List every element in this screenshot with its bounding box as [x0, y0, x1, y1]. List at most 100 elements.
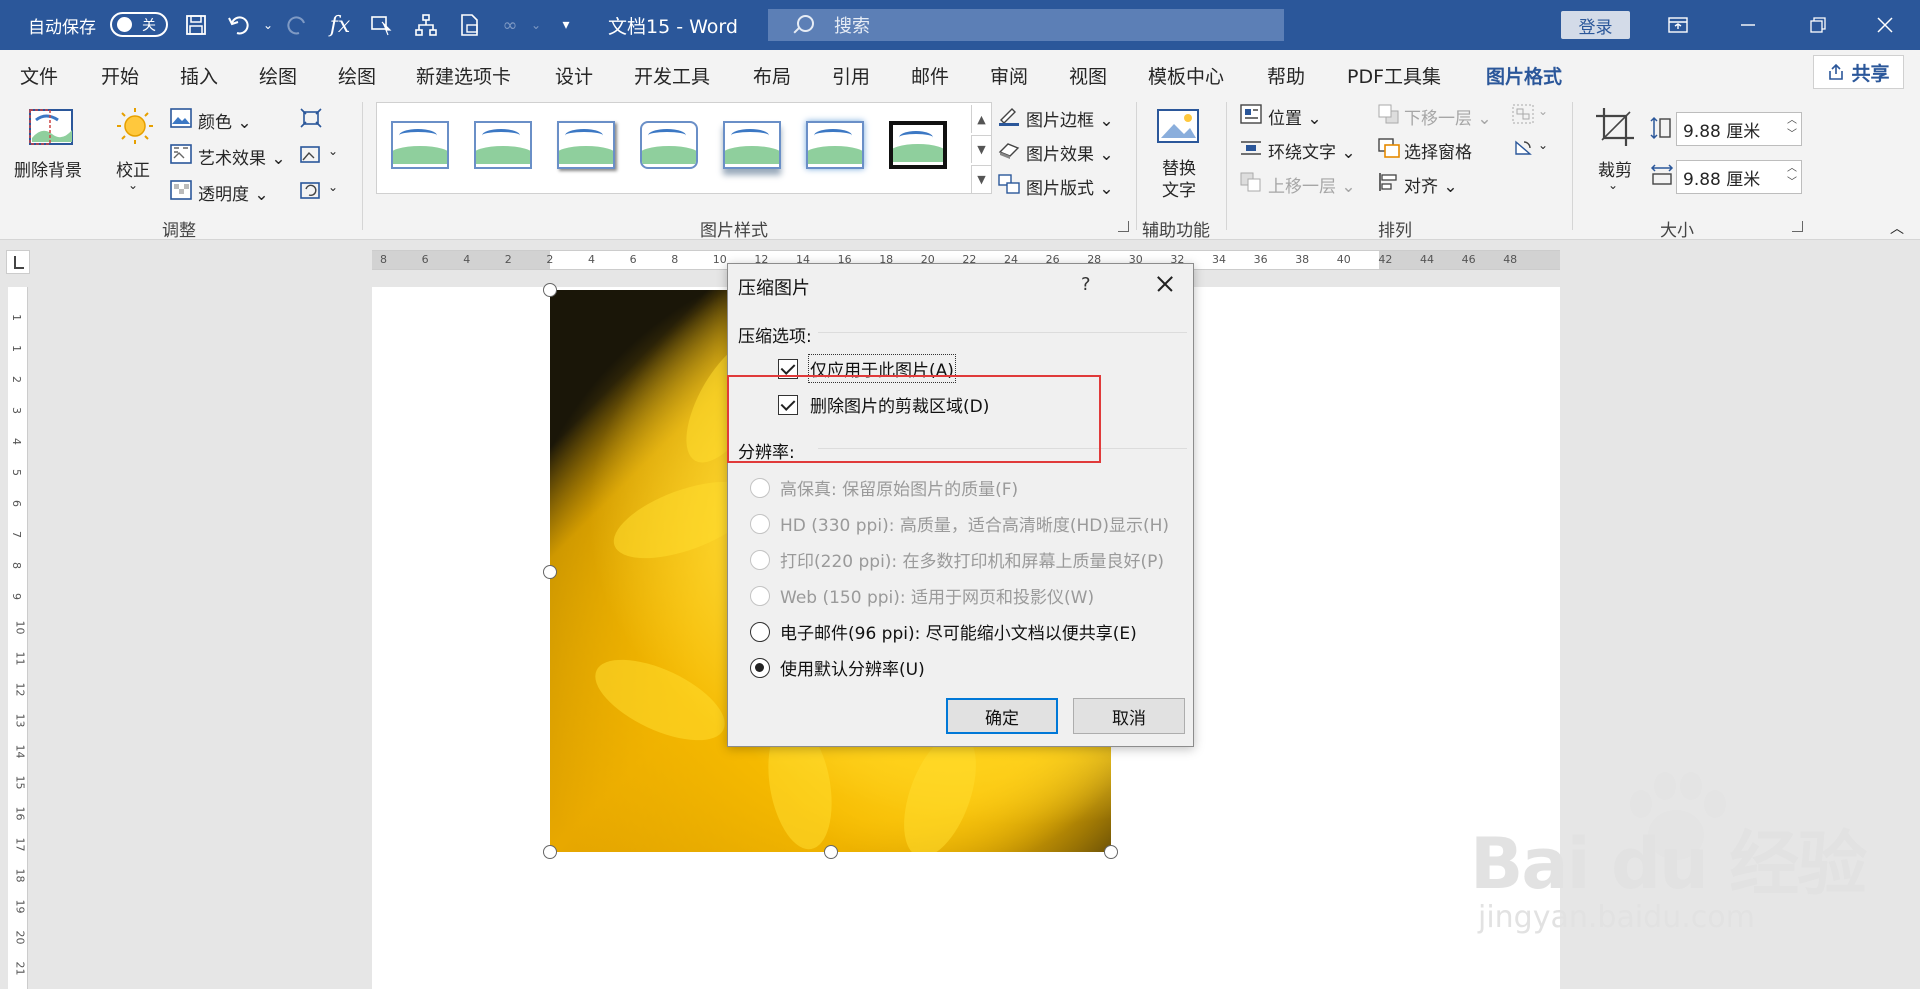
- shape-height-input[interactable]: 9.88 厘米 ︿ ﹀: [1676, 112, 1802, 146]
- resolution-option-hd[interactable]: HD (330 ppi): 高质量，适合高清晰度(HD)显示(H): [750, 511, 1169, 536]
- gallery-more-icon[interactable]: ▼: [971, 165, 991, 193]
- login-button[interactable]: 登录: [1561, 11, 1630, 39]
- remove-background-icon[interactable]: [28, 108, 74, 153]
- radio-button-selected[interactable]: [750, 657, 770, 678]
- tab-template-center[interactable]: 模板中心: [1148, 62, 1224, 89]
- reset-picture-dropdown-icon[interactable]: ⌄: [328, 180, 338, 194]
- gallery-scroll-up-icon[interactable]: ▲: [971, 105, 991, 133]
- picture-style-2[interactable]: [474, 121, 532, 169]
- cancel-button[interactable]: 取消: [1073, 698, 1185, 734]
- correct-sun-icon[interactable]: [112, 106, 158, 151]
- crop-dropdown-icon[interactable]: ⌄: [1608, 178, 1618, 192]
- hierarchy-icon[interactable]: [410, 10, 442, 40]
- tab-developer[interactable]: 开发工具: [634, 62, 710, 89]
- bring-forward-button[interactable]: 上移一层 ⌄: [1268, 172, 1356, 197]
- picture-effects-button[interactable]: 图片效果 ⌄: [1026, 140, 1114, 165]
- resize-handle-left[interactable]: [543, 565, 557, 579]
- tab-pdf-tools[interactable]: PDF工具集: [1347, 62, 1441, 89]
- radio-label[interactable]: 打印(220 ppi): 在多数打印机和屏幕上质量良好(P): [780, 547, 1164, 572]
- picture-style-5[interactable]: [723, 121, 781, 169]
- tab-home[interactable]: 开始: [101, 62, 139, 89]
- tab-file[interactable]: 文件: [20, 62, 58, 89]
- radio-button[interactable]: [750, 513, 770, 534]
- save-icon[interactable]: [180, 10, 212, 40]
- resize-handle-bottom-left[interactable]: [543, 845, 557, 859]
- radio-label[interactable]: 使用默认分辨率(U): [780, 655, 925, 680]
- close-icon[interactable]: [1850, 0, 1920, 50]
- dialog-close-icon[interactable]: [1151, 270, 1181, 300]
- radio-label[interactable]: 电子邮件(96 ppi): 尽可能缩小文档以便共享(E): [780, 619, 1137, 644]
- picture-style-6[interactable]: [806, 121, 864, 169]
- width-spinner-icon[interactable]: ︿ ﹀: [1787, 162, 1797, 190]
- tab-draw[interactable]: 绘图: [259, 62, 297, 89]
- tab-layout[interactable]: 布局: [753, 62, 791, 89]
- customize-chevron-icon[interactable]: ▾: [550, 10, 582, 40]
- rotate-dropdown-icon[interactable]: ⌄: [1538, 138, 1548, 152]
- crop-icon[interactable]: [1594, 106, 1636, 153]
- picture-layout-button[interactable]: 图片版式 ⌄: [1026, 174, 1114, 199]
- position-button[interactable]: 位置 ⌄: [1268, 104, 1322, 129]
- reset-picture-icon[interactable]: [300, 180, 322, 200]
- change-picture-dropdown-icon[interactable]: ⌄: [328, 144, 338, 158]
- help-icon[interactable]: ?: [1081, 274, 1091, 295]
- radio-button[interactable]: [750, 621, 770, 642]
- color-button[interactable]: 颜色 ⌄: [198, 108, 252, 133]
- alt-text-icon[interactable]: [1156, 106, 1202, 151]
- correct-dropdown-icon[interactable]: ⌄: [128, 178, 138, 192]
- radio-label[interactable]: HD (330 ppi): 高质量，适合高清晰度(HD)显示(H): [780, 511, 1169, 536]
- align-button[interactable]: 对齐 ⌄: [1404, 172, 1458, 197]
- radio-button[interactable]: [750, 585, 770, 606]
- ribbon-display-options-icon[interactable]: [1643, 0, 1713, 50]
- ok-button[interactable]: 确定: [946, 698, 1058, 734]
- group-objects-icon[interactable]: [1512, 104, 1534, 124]
- resolution-option-default[interactable]: 使用默认分辨率(U): [750, 655, 925, 680]
- minimize-icon[interactable]: [1713, 0, 1783, 50]
- picture-style-3[interactable]: [557, 121, 615, 169]
- selection-pane-button[interactable]: 选择窗格: [1404, 138, 1472, 163]
- resize-handle-bottom[interactable]: [824, 845, 838, 859]
- tab-new-tab[interactable]: 新建选项卡: [416, 62, 511, 89]
- document-export-icon[interactable]: [454, 10, 486, 40]
- picture-styles-launcher-icon[interactable]: [1118, 221, 1129, 232]
- function-icon[interactable]: fx: [324, 10, 356, 40]
- radio-button[interactable]: [750, 477, 770, 498]
- tab-picture-format[interactable]: 图片格式: [1486, 62, 1563, 98]
- resize-handle-bottom-right[interactable]: [1104, 845, 1118, 859]
- collapse-ribbon-icon[interactable]: ︿: [1890, 218, 1904, 238]
- change-picture-icon[interactable]: [300, 144, 322, 164]
- tab-mailings[interactable]: 邮件: [911, 62, 949, 89]
- restore-icon[interactable]: [1783, 0, 1853, 50]
- remove-background-label[interactable]: 删除背景: [14, 156, 82, 181]
- transparency-button[interactable]: 透明度 ⌄: [198, 180, 269, 205]
- resize-handle-top-left[interactable]: [543, 283, 557, 297]
- rotate-icon[interactable]: [1512, 138, 1534, 158]
- alt-text-label-2[interactable]: 文字: [1162, 176, 1196, 201]
- radio-label[interactable]: 高保真: 保留原始图片的质量(F): [780, 475, 1018, 500]
- tab-references[interactable]: 引用: [832, 62, 870, 89]
- size-launcher-icon[interactable]: [1792, 221, 1803, 232]
- group-objects-dropdown-icon[interactable]: ⌄: [1538, 104, 1548, 118]
- tab-selector-icon[interactable]: [6, 250, 30, 274]
- search-input[interactable]: 搜索: [768, 9, 1284, 41]
- tab-design[interactable]: 设计: [555, 62, 593, 89]
- tab-help[interactable]: 帮助: [1267, 62, 1305, 89]
- gallery-scroll-down-icon[interactable]: ▼: [971, 135, 991, 163]
- tab-draw-2[interactable]: 绘图: [338, 62, 376, 89]
- tab-review[interactable]: 审阅: [990, 62, 1028, 89]
- artistic-effects-button[interactable]: 艺术效果 ⌄: [198, 144, 286, 169]
- resolution-option-hifi[interactable]: 高保真: 保留原始图片的质量(F): [750, 475, 1018, 500]
- picture-style-1[interactable]: [391, 121, 449, 169]
- select-pointer-icon[interactable]: [366, 10, 398, 40]
- resolution-option-email[interactable]: 电子邮件(96 ppi): 尽可能缩小文档以便共享(E): [750, 619, 1137, 644]
- tab-view[interactable]: 视图: [1069, 62, 1107, 89]
- shape-width-input[interactable]: 9.88 厘米 ︿ ﹀: [1676, 160, 1802, 194]
- resolution-option-web[interactable]: Web (150 ppi): 适用于网页和投影仪(W): [750, 583, 1094, 608]
- picture-style-4[interactable]: [640, 121, 698, 169]
- radio-button[interactable]: [750, 549, 770, 570]
- vertical-ruler[interactable]: 112345678910111213141516171819202122: [8, 287, 28, 989]
- autosave-toggle[interactable]: 关: [110, 12, 168, 37]
- tab-insert[interactable]: 插入: [180, 62, 218, 89]
- wrap-text-button[interactable]: 环绕文字 ⌄: [1268, 138, 1356, 163]
- resolution-option-print[interactable]: 打印(220 ppi): 在多数打印机和屏幕上质量良好(P): [750, 547, 1164, 572]
- picture-border-button[interactable]: 图片边框 ⌄: [1026, 106, 1114, 131]
